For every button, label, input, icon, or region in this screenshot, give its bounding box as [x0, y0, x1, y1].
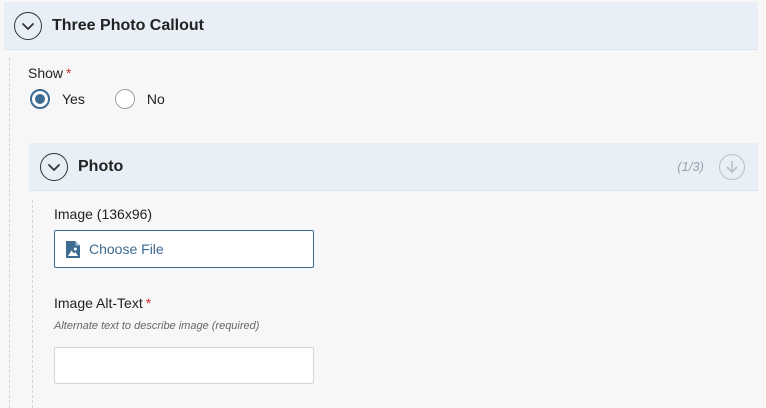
section-guide-line	[9, 58, 10, 408]
three-photo-callout-header: Three Photo Callout	[4, 2, 758, 50]
arrow-down-icon	[726, 160, 738, 173]
image-file-icon	[65, 240, 81, 259]
alt-text-input[interactable]	[54, 347, 314, 384]
radio-selected-dot	[35, 94, 45, 104]
photo-guide-line	[32, 200, 33, 408]
radio-option-yes[interactable]: Yes	[30, 89, 85, 109]
photo-panel-title: Photo	[78, 157, 124, 175]
collapse-section-button[interactable]	[14, 11, 42, 40]
alt-text-field-label: Image Alt-Text *	[54, 295, 151, 311]
alt-text-help: Alternate text to describe image (requir…	[54, 320, 260, 332]
section-title: Three Photo Callout	[52, 16, 204, 34]
radio-label-no: No	[146, 91, 165, 107]
chevron-down-icon	[48, 163, 60, 171]
chevron-down-icon	[22, 22, 34, 30]
image-field-label: Image (136x96)	[54, 206, 153, 222]
radio-label-yes: Yes	[62, 91, 85, 107]
radio-button-no[interactable]	[114, 89, 135, 109]
choose-file-label: Choose File	[89, 241, 164, 257]
show-radio-group: Yes No	[30, 89, 195, 109]
collapse-photo-button[interactable]	[40, 152, 68, 181]
choose-file-button[interactable]: Choose File	[54, 230, 314, 268]
radio-button-yes[interactable]	[30, 89, 50, 109]
photo-panel-header: Photo (1/3)	[29, 143, 758, 191]
item-counter: (1/3)	[677, 159, 704, 174]
required-marker: *	[145, 295, 152, 311]
show-field-label: Show *	[28, 65, 71, 81]
alt-text-label-text: Image Alt-Text	[54, 295, 143, 311]
required-marker: *	[66, 65, 72, 81]
radio-option-no[interactable]: No	[114, 89, 165, 109]
show-label-text: Show	[28, 65, 64, 81]
move-down-button[interactable]	[719, 154, 745, 180]
